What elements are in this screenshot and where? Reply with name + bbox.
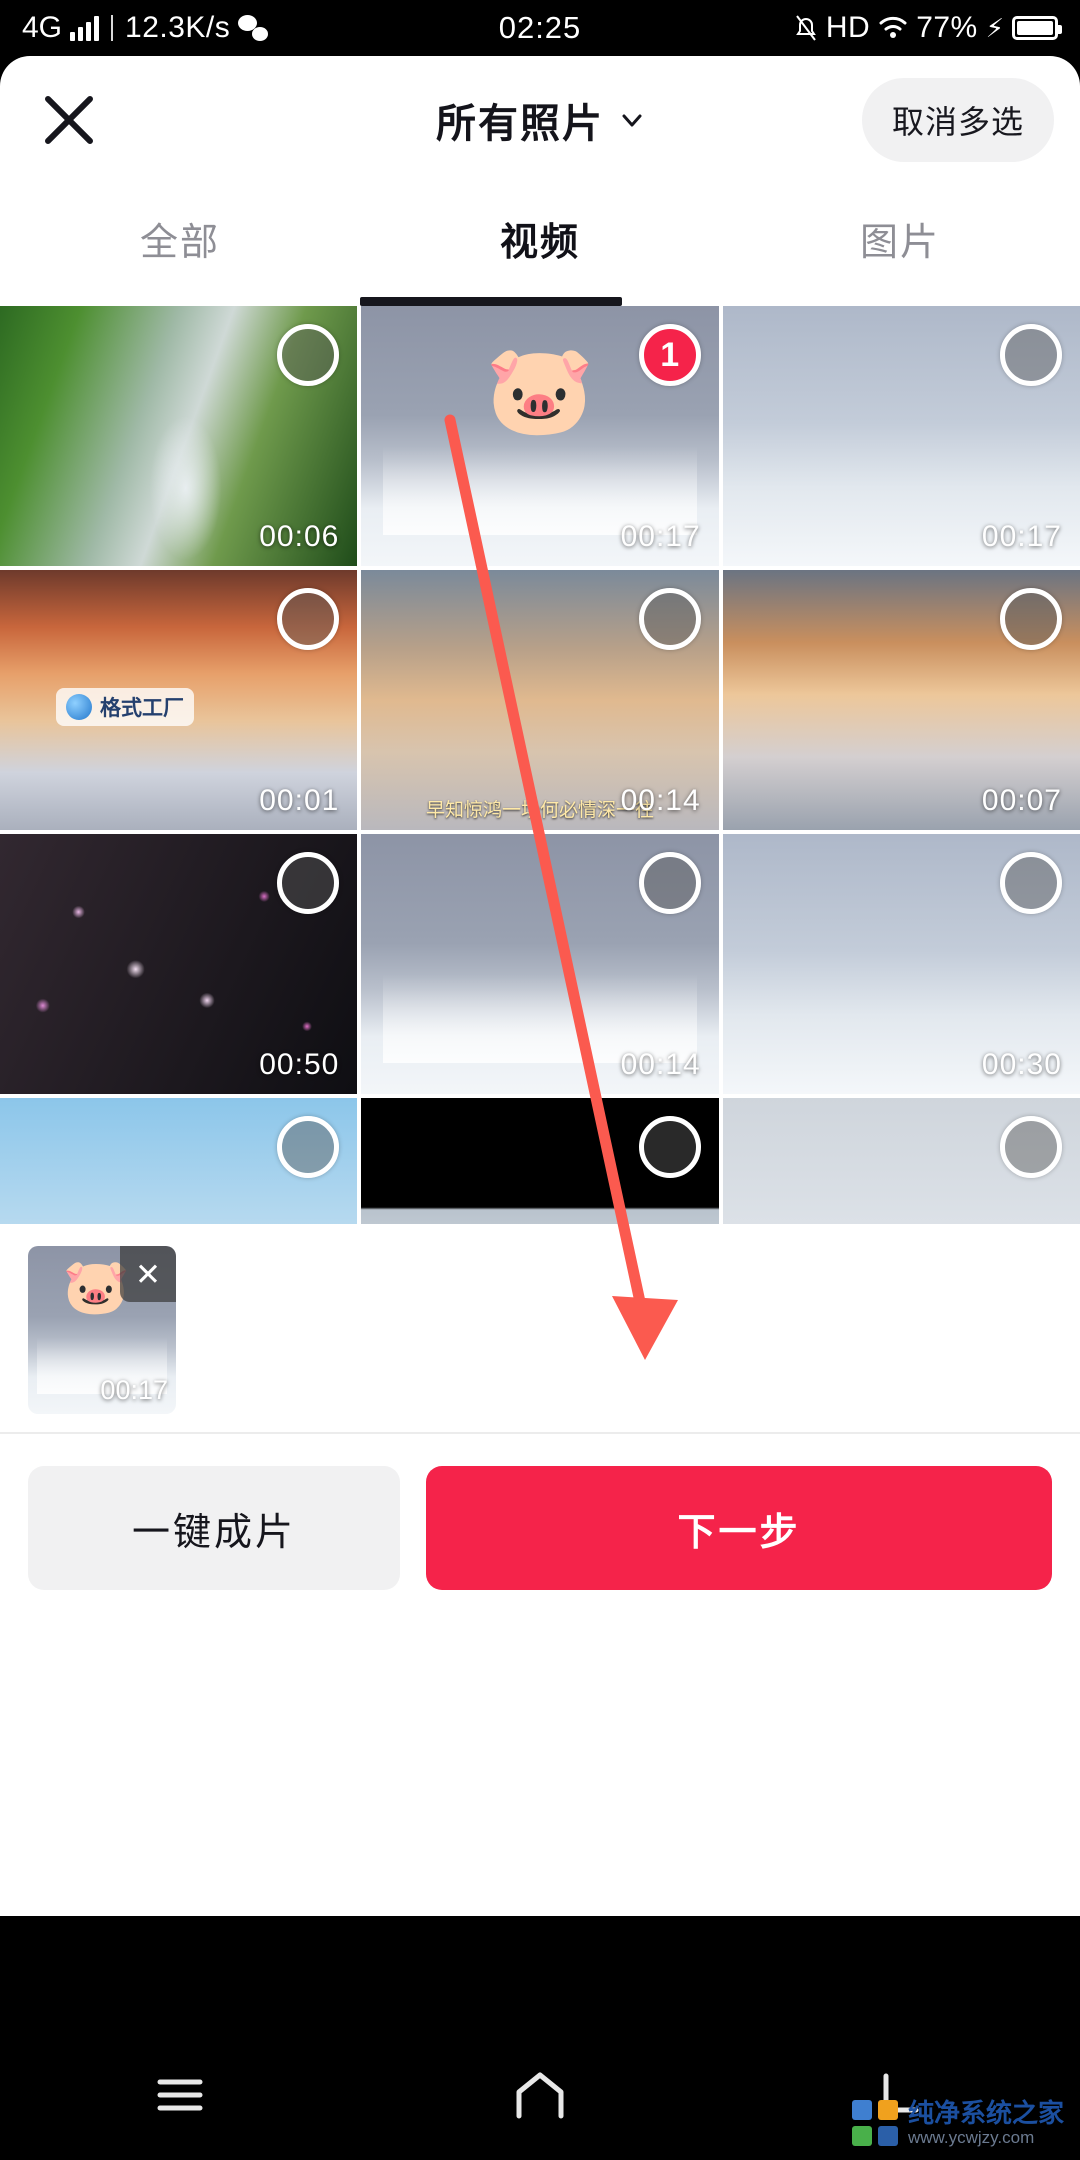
media-duration-label: 00:50 xyxy=(259,1048,340,1081)
media-duration-label: 00:06 xyxy=(259,520,340,553)
selected-items-tray: 🐷 ✕ 00:17 xyxy=(0,1224,1080,1434)
watermark-name: 纯净系统之家 xyxy=(907,2097,1064,2128)
selection-circle[interactable] xyxy=(277,324,340,386)
status-bar: 4G 12.3K/s 02:25 HD 77% ⚡ xyxy=(0,0,1080,56)
watermark-logo-icon xyxy=(851,2100,898,2147)
media-duration-label: 00:01 xyxy=(259,784,340,817)
auto-compose-button[interactable]: 一键成片 xyxy=(28,1466,400,1590)
watermark-url: www.ycwjzy.com xyxy=(907,2128,1035,2148)
signal-strength-icon xyxy=(70,15,100,41)
cancel-multiselect-button[interactable]: 取消多选 xyxy=(861,78,1054,162)
media-cell[interactable]: 00:30 xyxy=(722,834,1080,1094)
video-watermark-badge: 格式工厂 xyxy=(56,688,194,726)
watermark: 纯净系统之家 www.ycwjzy.com xyxy=(851,2097,1064,2148)
media-cell[interactable]: 00:06 xyxy=(0,306,358,566)
mute-icon xyxy=(794,14,818,42)
media-cell[interactable]: 00:17 xyxy=(722,306,1080,566)
video-watermark-label: 格式工厂 xyxy=(100,697,184,720)
battery-percent-label: 77% xyxy=(916,11,978,44)
selection-circle[interactable] xyxy=(277,1116,340,1178)
sheet-header: 所有照片 取消多选 xyxy=(0,56,1080,184)
selection-circle[interactable] xyxy=(277,852,340,914)
close-icon[interactable] xyxy=(42,93,96,147)
media-duration-label: 00:17 xyxy=(620,520,701,553)
home-icon[interactable] xyxy=(360,2070,720,2120)
status-divider xyxy=(111,15,114,41)
selection-circle[interactable] xyxy=(638,588,701,650)
status-bar-left: 4G 12.3K/s xyxy=(22,11,269,45)
media-cell[interactable]: 00:50 xyxy=(0,834,358,1094)
media-cell[interactable]: 早知惊鸿一场何必情深一往 00:14 xyxy=(361,570,719,830)
media-duration-label: 00:07 xyxy=(981,784,1062,817)
media-grid: 00:06 🐷 1 00:17 00:17 格式工厂 00:01 早知惊鸿一场何必情深一往 00… xyxy=(0,306,1080,1224)
media-duration-label: 00:14 xyxy=(620,784,701,817)
bolt-icon: ⚡ xyxy=(985,12,1004,43)
selected-item-duration: 00:17 xyxy=(100,1375,168,1405)
selection-badge-selected[interactable]: 1 xyxy=(638,324,701,386)
tab-all[interactable]: 全部 xyxy=(0,184,360,306)
selection-circle[interactable] xyxy=(638,1116,701,1178)
watermark-dot-icon xyxy=(66,694,92,720)
hd-label: HD xyxy=(825,11,871,44)
next-step-button[interactable]: 下一步 xyxy=(426,1466,1052,1590)
active-tab-underline xyxy=(360,297,622,306)
media-cell[interactable]: 00:07 xyxy=(722,570,1080,830)
action-bar: 一键成片 下一步 xyxy=(0,1434,1080,1622)
media-cell[interactable]: 格式工厂 00:01 xyxy=(0,570,358,830)
media-duration-label: 00:14 xyxy=(620,1048,701,1081)
media-cell[interactable] xyxy=(722,1098,1080,1224)
selection-circle[interactable] xyxy=(1000,324,1062,386)
selected-item[interactable]: 🐷 ✕ 00:17 xyxy=(28,1246,176,1414)
media-cell[interactable]: 🐷 1 00:17 xyxy=(361,306,719,566)
phone-screen: 4G 12.3K/s 02:25 HD 77% ⚡ 所有照片 取消多选 全部 视… xyxy=(0,0,1080,2160)
selection-circle[interactable] xyxy=(1000,852,1062,914)
tab-video[interactable]: 视频 xyxy=(360,184,720,306)
media-duration-label: 00:17 xyxy=(981,520,1062,553)
network-speed-label: 12.3K/s xyxy=(125,11,231,44)
selection-circle[interactable] xyxy=(277,588,340,650)
selection-circle[interactable] xyxy=(1000,588,1062,650)
tab-image[interactable]: 图片 xyxy=(720,184,1080,306)
status-bar-right: HD 77% ⚡ xyxy=(794,11,1062,45)
remove-selected-icon[interactable]: ✕ xyxy=(120,1246,176,1302)
media-cell[interactable]: 00:14 xyxy=(361,834,719,1094)
wechat-icon xyxy=(238,15,269,41)
battery-icon xyxy=(1012,16,1062,40)
album-selector[interactable]: 所有照片 xyxy=(436,91,644,149)
watermark-text: 纯净系统之家 www.ycwjzy.com xyxy=(907,2097,1064,2148)
network-type-label: 4G xyxy=(22,11,63,44)
chevron-down-icon xyxy=(620,108,644,132)
page-title: 所有照片 xyxy=(436,102,604,146)
selection-circle[interactable] xyxy=(1000,1116,1062,1178)
selection-circle[interactable] xyxy=(638,852,701,914)
menu-icon[interactable] xyxy=(0,2072,360,2118)
media-cell[interactable] xyxy=(361,1098,719,1224)
media-type-tabs: 全部 视频 图片 xyxy=(0,184,1080,306)
pig-sticker-icon: 🐷 xyxy=(485,340,595,439)
media-duration-label: 00:30 xyxy=(981,1048,1062,1081)
wifi-icon xyxy=(878,15,908,41)
clock-label: 02:25 xyxy=(498,10,582,45)
picker-sheet: 所有照片 取消多选 全部 视频 图片 00:06 🐷 1 00:17 00:17 格式工厂… xyxy=(0,56,1080,1916)
media-cell[interactable] xyxy=(0,1098,358,1224)
